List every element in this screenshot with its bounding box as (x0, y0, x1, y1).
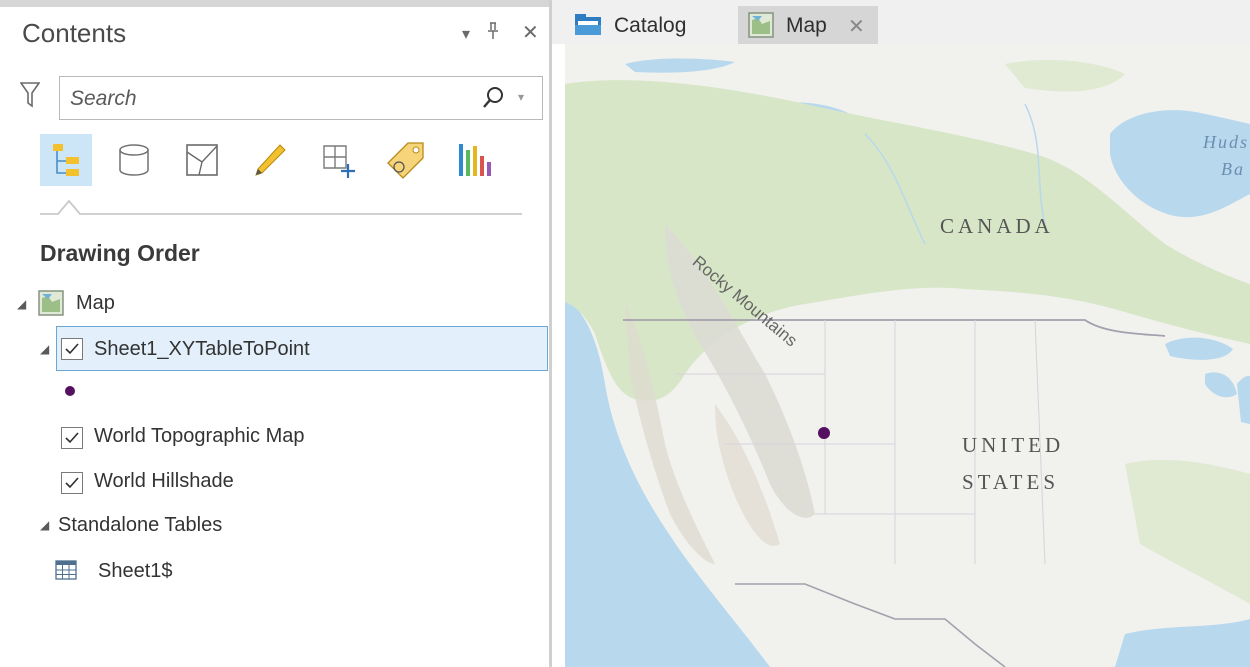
pane-splitter[interactable] (549, 0, 552, 667)
map-label-hudson-2: Ba (1221, 159, 1245, 179)
pane-menu-icon[interactable]: ▾ (462, 24, 470, 44)
map-icon (38, 290, 64, 316)
search-input[interactable] (70, 85, 450, 113)
layer-visibility-checkbox[interactable] (61, 338, 83, 360)
layer-visibility-checkbox[interactable] (61, 427, 83, 449)
tab-map-label: Map (786, 14, 827, 37)
drawing-order-heading: Drawing Order (40, 240, 200, 266)
pane-header-strip (0, 0, 552, 7)
layer-label[interactable]: World Hillshade (94, 470, 234, 493)
layer-label[interactable]: World Topographic Map (94, 425, 305, 448)
map-label-states: STATES (962, 470, 1059, 494)
list-by-source-icon[interactable] (108, 134, 160, 186)
map-label-hudson-1: Huds (1203, 132, 1250, 152)
tab-catalog[interactable]: Catalog (568, 6, 728, 44)
close-pane-icon[interactable]: ✕ (522, 20, 539, 45)
map-feature-point[interactable] (818, 427, 830, 439)
map-view[interactable]: CANADA UNITED STATES Huds Ba Rocky Mount… (565, 44, 1250, 667)
collapse-layer-arrow-icon[interactable]: ◢ (40, 342, 49, 356)
active-tab-indicator (40, 199, 522, 215)
map-label-united: UNITED (962, 433, 1065, 457)
search-options-icon[interactable]: ▾ (518, 90, 524, 104)
map-node-label[interactable]: Map (76, 292, 115, 315)
map-tab-icon (748, 12, 774, 38)
list-by-snapping-icon[interactable] (312, 134, 364, 186)
layer-label[interactable]: Sheet1_XYTableToPoint (94, 338, 310, 361)
pane-title: Contents (22, 18, 127, 48)
pin-icon[interactable] (486, 22, 500, 45)
list-by-selection-icon[interactable] (176, 134, 228, 186)
contents-pane: Contents ▾ ✕ ▾ (0, 0, 552, 667)
collapse-map-arrow-icon[interactable]: ◢ (17, 297, 26, 311)
filter-icon[interactable] (20, 82, 40, 108)
collapse-tables-arrow-icon[interactable]: ◢ (40, 518, 49, 532)
tab-catalog-label: Catalog (614, 14, 687, 37)
point-symbol-icon[interactable] (65, 386, 75, 396)
list-by-drawing-order-icon[interactable] (40, 134, 92, 186)
list-by-charts-icon[interactable] (448, 134, 500, 186)
layer-visibility-checkbox[interactable] (61, 472, 83, 494)
search-box: ▾ (59, 76, 543, 120)
tab-map[interactable]: Map ✕ (738, 6, 878, 44)
table-label[interactable]: Sheet1$ (98, 560, 173, 583)
close-tab-icon[interactable]: ✕ (848, 14, 865, 39)
basemap (565, 44, 1250, 667)
list-by-editing-icon[interactable] (244, 134, 296, 186)
view-tab-bar: Catalog Map ✕ (552, 0, 1250, 44)
catalog-icon (575, 14, 601, 35)
map-label-canada: CANADA (940, 214, 1054, 238)
table-icon (55, 560, 77, 580)
standalone-tables-label[interactable]: Standalone Tables (58, 514, 222, 537)
list-by-labeling-icon[interactable] (380, 134, 432, 186)
search-icon[interactable] (482, 86, 504, 110)
